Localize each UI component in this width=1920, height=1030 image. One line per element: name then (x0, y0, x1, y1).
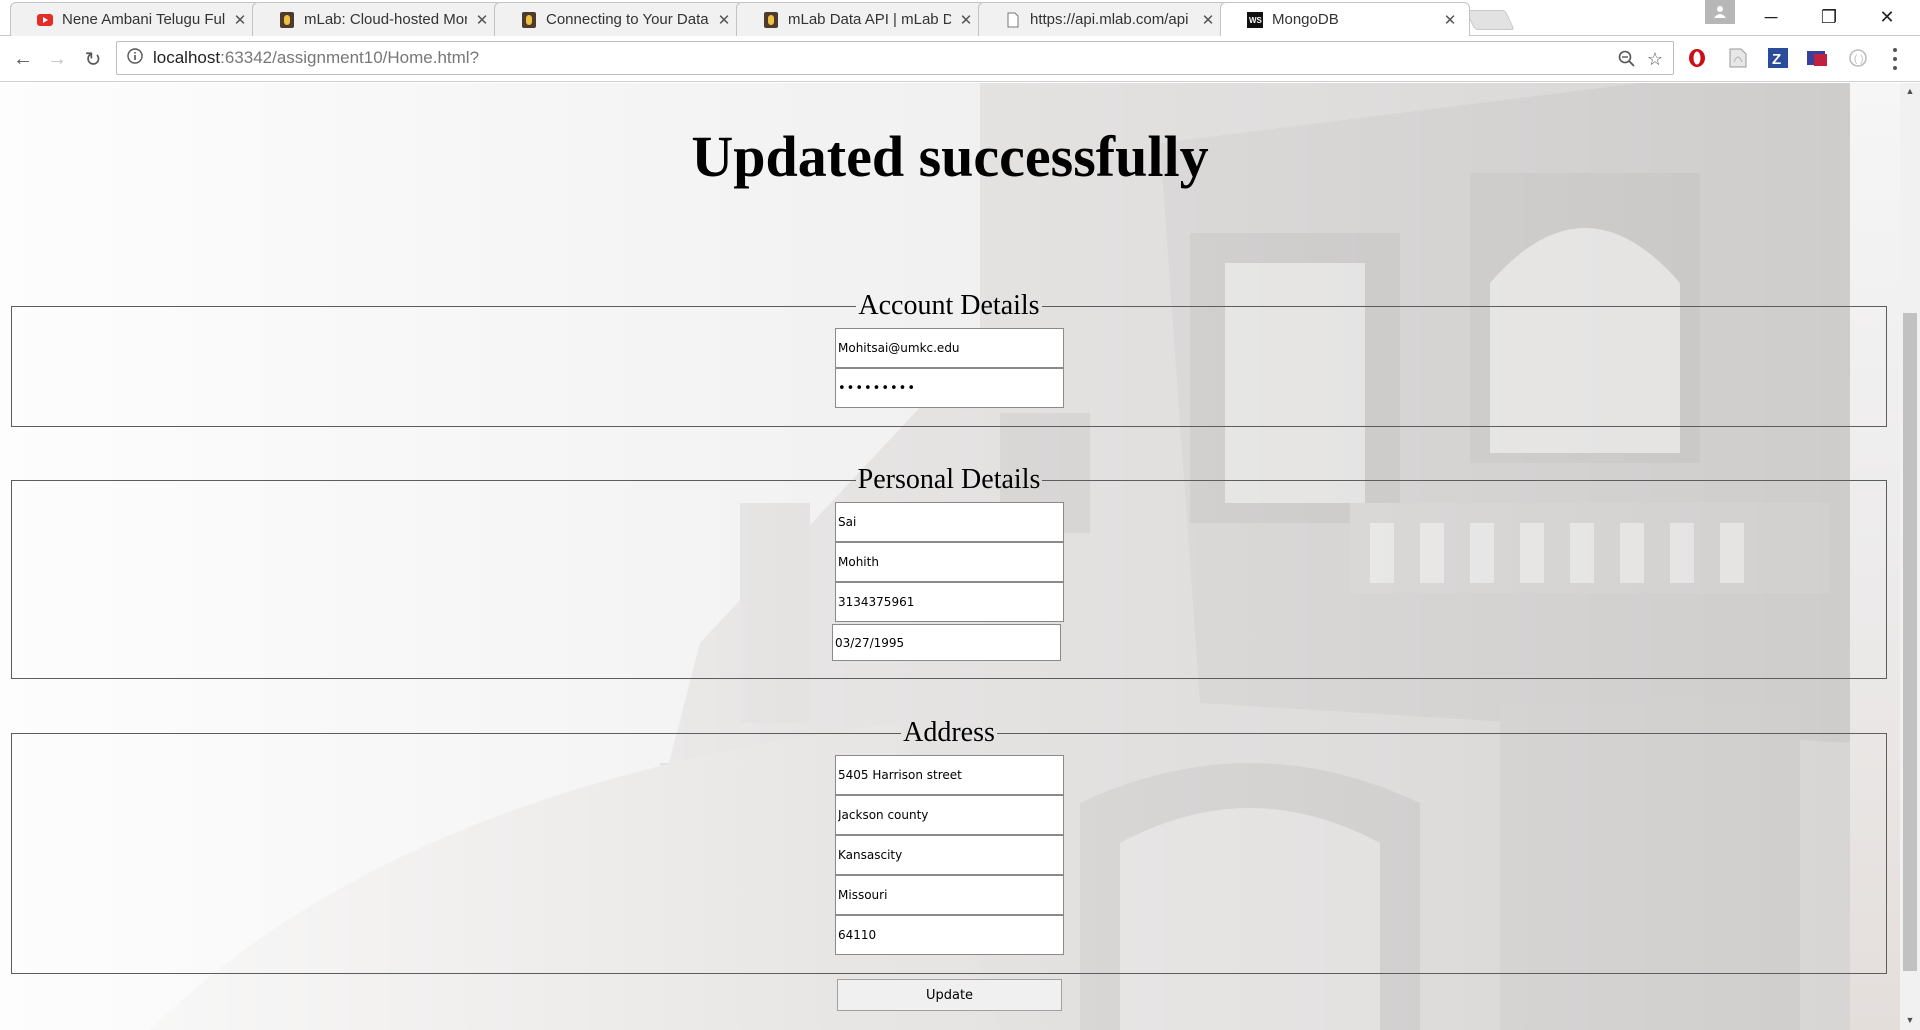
tab-title: Nene Ambani Telugu Full (62, 11, 225, 28)
date-of-birth-field[interactable] (832, 624, 1061, 661)
phone-field[interactable] (835, 582, 1064, 622)
mlab-icon (521, 11, 537, 28)
scroll-up-icon[interactable]: ▲ (1905, 86, 1915, 96)
city-field[interactable] (835, 835, 1064, 875)
scroll-down-icon[interactable]: ▼ (1905, 1015, 1915, 1025)
youtube-icon (37, 12, 53, 28)
opera-vpn-icon[interactable] (1686, 47, 1708, 69)
tab-title: MongoDB (1272, 11, 1339, 28)
state-field[interactable] (835, 875, 1064, 915)
zip-field[interactable] (835, 915, 1064, 955)
close-tab-icon[interactable]: ✕ (231, 11, 249, 29)
page-title: Updated successfully (691, 124, 1209, 189)
pdf-extension-icon[interactable] (1727, 47, 1749, 69)
profile-icon[interactable] (1705, 0, 1735, 24)
close-tab-icon[interactable]: ✕ (473, 11, 491, 29)
tab-mlab-cloud[interactable]: mLab: Cloud-hosted Mon ✕ (252, 2, 502, 36)
first-name-field[interactable] (835, 502, 1064, 542)
mlab-icon (279, 11, 295, 28)
mlab-icon (763, 11, 779, 28)
tab-mlab-api[interactable]: mLab Data API | mLab De ✕ (736, 2, 986, 36)
url-host: localhost (153, 48, 221, 67)
close-tab-icon[interactable]: ✕ (1199, 11, 1217, 29)
url-text: localhost:63342/assignment10/Home.html? (153, 48, 479, 68)
scrollbar-thumb[interactable] (1903, 313, 1917, 971)
document-icon (1005, 12, 1021, 28)
tab-strip: Nene Ambani Telugu Full ✕ mLab: Cloud-ho… (0, 0, 1920, 36)
tab-connecting[interactable]: Connecting to Your Data ✕ (494, 2, 744, 36)
last-name-field[interactable] (835, 542, 1064, 582)
close-tab-icon[interactable]: ✕ (957, 11, 975, 29)
street-field[interactable] (835, 755, 1064, 795)
screen-capture-icon[interactable] (1806, 47, 1828, 69)
svg-text:Z: Z (1772, 51, 1781, 68)
tab-title: https://api.mlab.com/api (1030, 11, 1189, 28)
vertical-scrollbar[interactable]: ▲ ▼ (1900, 83, 1920, 1030)
close-tab-icon[interactable]: ✕ (715, 11, 733, 29)
close-window-icon[interactable]: ✕ (1858, 0, 1916, 34)
forward-icon[interactable]: → (42, 44, 72, 74)
tab-title: mLab Data API | mLab De (788, 11, 951, 28)
tab-title: Connecting to Your Data (546, 11, 709, 28)
update-button[interactable]: Update (837, 979, 1062, 1011)
zoom-icon[interactable] (1617, 49, 1637, 69)
url-path: :63342/assignment10/Home.html? (220, 48, 480, 67)
address-bar[interactable]: localhost:63342/assignment10/Home.html? … (116, 41, 1674, 75)
tab-youtube[interactable]: Nene Ambani Telugu Full ✕ (10, 2, 260, 36)
chrome-menu-icon[interactable] (1888, 46, 1902, 72)
personal-details-legend: Personal Details (857, 464, 1041, 495)
info-icon[interactable] (127, 47, 143, 69)
svg-text:( ): ( ) (1854, 54, 1863, 65)
browser-toolbar: ← → ↻ localhost:63342/assignment10/Home.… (0, 36, 1920, 82)
svg-text:WS: WS (1249, 16, 1263, 25)
minimize-icon[interactable]: ─ (1742, 0, 1800, 34)
close-tab-icon[interactable]: ✕ (1441, 11, 1459, 29)
address-legend: Address (903, 717, 995, 748)
restore-icon[interactable]: ❐ (1800, 0, 1858, 34)
webstorm-icon: WS (1247, 11, 1263, 28)
extension-icon[interactable]: ( ) (1847, 47, 1869, 69)
back-icon[interactable]: ← (8, 44, 38, 74)
reload-icon[interactable]: ↻ (78, 44, 108, 74)
new-tab-button[interactable] (1465, 10, 1515, 30)
page-viewport: Updated successfully Account Details Per… (0, 83, 1920, 1030)
tab-api-url[interactable]: https://api.mlab.com/api ✕ (978, 2, 1228, 36)
password-field[interactable] (835, 368, 1064, 408)
account-details-legend: Account Details (858, 290, 1040, 321)
bookmark-star-icon[interactable]: ☆ (1645, 49, 1665, 69)
county-field[interactable] (835, 795, 1064, 835)
email-field[interactable] (835, 328, 1064, 368)
tab-mongodb[interactable]: WS MongoDB ✕ (1220, 2, 1470, 36)
tab-title: mLab: Cloud-hosted Mon (304, 11, 467, 28)
zotero-icon[interactable]: Z (1767, 47, 1789, 69)
